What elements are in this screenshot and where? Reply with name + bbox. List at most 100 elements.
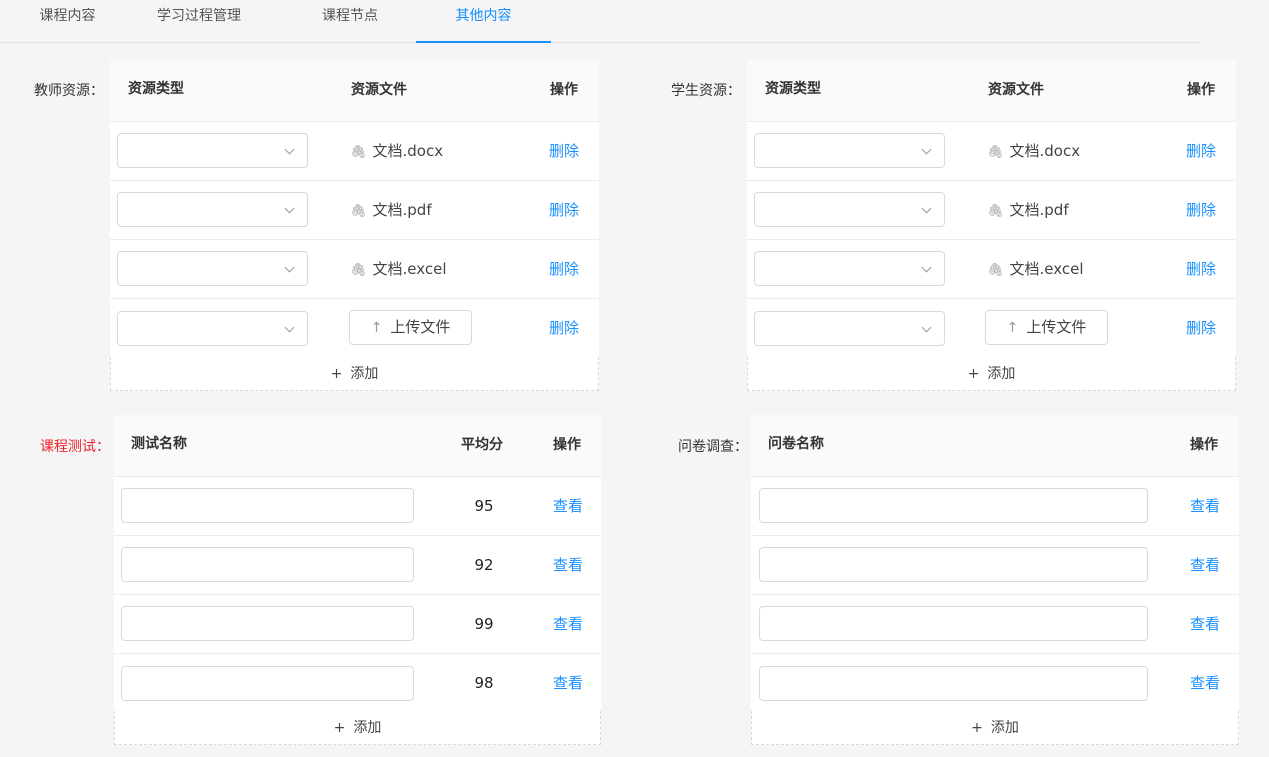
add-label: 添加 [350,366,379,382]
add-student-resource-button[interactable]: + 添加 [747,357,1236,391]
resource-type-select[interactable] [754,133,945,168]
survey-name-input[interactable] [759,606,1148,641]
course-tests-table: 测试名称 平均分 操作 95 查看 92 查看 99 查看 98 查看 [114,415,601,713]
resource-type-select[interactable] [754,311,945,346]
upload-file-button[interactable]: ↑ 上传文件 [349,310,472,345]
tab-course-nodes[interactable]: 课程节点 [300,0,400,42]
add-teacher-resource-button[interactable]: + 添加 [110,357,599,391]
upload-icon: ↑ [1006,320,1019,336]
table-row: 95 查看 [114,477,601,536]
table-header: 资源类型 资源文件 操作 [747,60,1236,122]
delete-button[interactable]: 删除 [1186,299,1216,357]
delete-button[interactable]: 删除 [549,299,579,357]
view-button[interactable]: 查看 [1190,536,1220,594]
course-tests-label: 课程测试： [40,439,110,455]
tab-learning-process[interactable]: 学习过程管理 [140,0,258,42]
plus-icon: + [333,720,346,736]
chevron-down-icon [921,322,932,333]
column-header-survey-name: 问卷名称 [768,436,824,452]
delete-button[interactable]: 删除 [549,122,579,180]
chevron-down-icon [284,262,295,273]
average-score: 95 [474,497,494,515]
tab-other-content[interactable]: 其他内容 [416,0,551,43]
chevron-down-icon [921,262,932,273]
teacher-resources-table: 资源类型 资源文件 操作 🖇 文档.docx 删除 🖇 文档.pdf 删除 🖇 文档.… [110,60,599,358]
resource-type-select[interactable] [117,133,308,168]
file-link[interactable]: 🖇 文档.excel [987,240,1084,300]
file-name: 文档.docx [372,142,444,160]
table-row: ↑ 上传文件 删除 [110,299,599,358]
view-button[interactable]: 查看 [553,477,583,535]
student-resources-label: 学生资源： [671,83,741,99]
resource-type-select[interactable] [117,251,308,286]
plus-icon: + [967,366,980,382]
column-header-test-name: 测试名称 [131,436,187,452]
add-label: 添加 [353,720,382,736]
file-link[interactable]: 🖇 文档.pdf [987,181,1069,241]
table-row: 查看 [751,595,1239,654]
paperclip-icon: 🖇 [987,204,1004,219]
test-name-input[interactable] [121,666,414,701]
view-button[interactable]: 查看 [1190,595,1220,653]
delete-button[interactable]: 删除 [1186,181,1216,239]
file-link[interactable]: 🖇 文档.excel [350,240,447,300]
table-row: 查看 [751,536,1239,595]
file-name: 文档.excel [1009,260,1084,278]
file-link[interactable]: 🖇 文档.docx [350,122,443,182]
view-button[interactable]: 查看 [1190,477,1220,535]
add-label: 添加 [990,720,1019,736]
test-name-input[interactable] [121,606,414,641]
chevron-down-icon [284,144,295,155]
resource-type-select[interactable] [754,251,945,286]
test-name-input[interactable] [121,488,414,523]
average-score: 92 [474,556,494,574]
table-row: 🖇 文档.pdf 删除 [747,181,1236,240]
survey-name-input[interactable] [759,488,1148,523]
paperclip-icon: 🖇 [987,145,1004,160]
chevron-down-icon [284,322,295,333]
column-header-action: 操作 [1187,82,1215,98]
delete-button[interactable]: 删除 [1186,240,1216,298]
paperclip-icon: 🖇 [350,263,367,278]
view-button[interactable]: 查看 [553,654,583,712]
upload-label: 上传文件 [390,318,451,336]
view-button[interactable]: 查看 [1190,654,1220,712]
resource-type-select[interactable] [117,192,308,227]
survey-name-input[interactable] [759,666,1148,701]
delete-button[interactable]: 删除 [1186,122,1216,180]
column-header-resource-type: 资源类型 [765,81,821,97]
file-name: 文档.pdf [372,201,432,219]
view-button[interactable]: 查看 [553,536,583,594]
table-row: 98 查看 [114,654,601,713]
test-name-input[interactable] [121,547,414,582]
view-button[interactable]: 查看 [553,595,583,653]
add-course-test-button[interactable]: + 添加 [114,711,601,745]
file-name: 文档.pdf [1009,201,1069,219]
file-link[interactable]: 🖇 文档.pdf [350,181,432,241]
column-header-resource-type: 资源类型 [128,81,184,97]
delete-button[interactable]: 删除 [549,240,579,298]
file-link[interactable]: 🖇 文档.docx [987,122,1080,182]
paperclip-icon: 🖇 [350,145,367,160]
survey-name-input[interactable] [759,547,1148,582]
table-row: 🖇 文档.docx 删除 [110,122,599,181]
paperclip-icon: 🖇 [350,204,367,219]
table-row: 查看 [751,654,1239,713]
table-header: 问卷名称 操作 [751,415,1239,477]
delete-button[interactable]: 删除 [549,181,579,239]
teacher-resources-label: 教师资源： [34,83,104,99]
tab-course-content[interactable]: 课程内容 [20,0,115,42]
upload-file-button[interactable]: ↑ 上传文件 [985,310,1108,345]
tab-bar: 课程内容 学习过程管理 课程节点 其他内容 [0,0,1200,43]
column-header-action: 操作 [550,82,578,98]
table-row: 查看 [751,477,1239,536]
table-header: 测试名称 平均分 操作 [114,415,601,477]
average-score: 98 [474,674,494,692]
resource-type-select[interactable] [754,192,945,227]
add-label: 添加 [987,366,1016,382]
paperclip-icon: 🖇 [987,263,1004,278]
resource-type-select[interactable] [117,311,308,346]
column-header-average-score: 平均分 [461,437,503,453]
table-row: 🖇 文档.docx 删除 [747,122,1236,181]
add-survey-button[interactable]: + 添加 [751,711,1239,745]
